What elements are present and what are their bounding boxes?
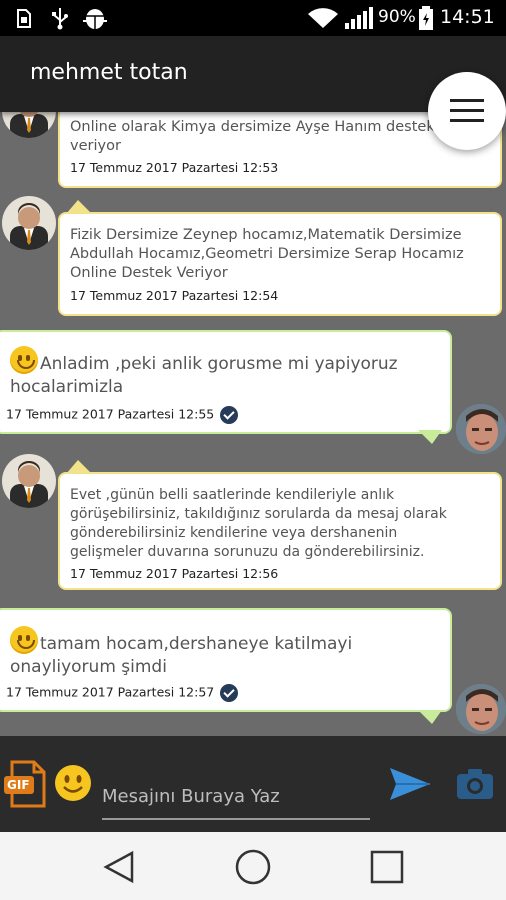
system-nav-bar <box>0 832 506 900</box>
user-avatar[interactable] <box>456 684 506 734</box>
gif-button[interactable]: GIF <box>4 760 48 808</box>
message-timestamp: 17 Temmuz 2017 Pazartesi 12:57 <box>6 684 215 700</box>
status-bar: 90% 14:51 <box>0 0 506 36</box>
message-text: Fizik Dersimize Zeynep hocamız,Matematik… <box>70 227 464 281</box>
message-text: Evet ,günün belli saatlerinde kendileriy… <box>70 487 447 560</box>
input-underline <box>102 818 370 820</box>
message-bubble[interactable]: Evet ,günün belli saatlerinde kendileriy… <box>58 472 502 590</box>
read-check-icon <box>220 406 239 424</box>
message-timestamp-row: 17 Temmuz 2017 Pazartesi 12:57 <box>6 684 239 702</box>
chat-list[interactable]: Online olarak Kimya dersimize Ayşe Hanım… <box>0 112 506 736</box>
camera-icon <box>457 769 493 799</box>
teacher-avatar[interactable] <box>2 454 56 508</box>
bubble-tail <box>418 710 442 724</box>
emoji-button[interactable] <box>54 764 92 802</box>
send-button[interactable] <box>388 766 432 802</box>
battery-percent: 90% <box>378 7 416 27</box>
message-text: tamam hocam,dershaneye katilmayi onayliy… <box>10 626 352 679</box>
smiling-face-icon <box>10 346 38 374</box>
clock: 14:51 <box>440 6 495 28</box>
message-timestamp: 17 Temmuz 2017 Pazartesi 12:56 <box>70 566 279 581</box>
message-timestamp: 17 Temmuz 2017 Pazartesi 12:54 <box>70 288 279 303</box>
message-input[interactable]: Mesajını Buraya Yaz <box>102 786 280 807</box>
message-text: Online olarak Kimya dersimize Ayşe Hanım… <box>70 119 435 154</box>
message-bubble[interactable]: tamam hocam,dershaneye katilmayi onayliy… <box>0 608 452 712</box>
send-icon <box>390 768 430 800</box>
signal-icon <box>345 7 373 29</box>
message-input-bar: GIF Mesajını Buraya Yaz <box>0 736 506 832</box>
back-icon[interactable] <box>102 850 136 884</box>
message-timestamp: 17 Temmuz 2017 Pazartesi 12:55 <box>6 406 215 422</box>
wifi-icon <box>308 8 338 28</box>
message-bubble[interactable]: Fizik Dersimize Zeynep hocamız,Matematik… <box>58 212 502 316</box>
message-text: Anladim ,peki anlik gorusme mi yapiyoruz… <box>10 346 398 399</box>
user-avatar[interactable] <box>456 404 506 454</box>
contact-name: mehmet totan <box>30 60 188 85</box>
android-debug-icon <box>83 9 107 29</box>
smiling-face-icon <box>10 626 38 654</box>
camera-button[interactable] <box>456 768 494 800</box>
message-timestamp-row: 17 Temmuz 2017 Pazartesi 12:55 <box>6 406 239 424</box>
home-icon[interactable] <box>234 848 272 886</box>
teacher-avatar[interactable] <box>2 112 56 138</box>
teacher-avatar[interactable] <box>2 196 56 250</box>
menu-button[interactable] <box>428 72 506 150</box>
battery-icon <box>419 6 433 30</box>
message-bubble[interactable]: Anladim ,peki anlik gorusme mi yapiyoruz… <box>0 330 452 434</box>
sim-icon <box>17 9 31 28</box>
recents-icon[interactable] <box>370 850 404 884</box>
bubble-tail <box>418 430 442 444</box>
read-check-icon <box>220 684 239 702</box>
usb-icon <box>52 8 68 30</box>
gif-label: GIF <box>7 778 30 792</box>
emoji-icon <box>55 765 91 801</box>
message-timestamp: 17 Temmuz 2017 Pazartesi 12:53 <box>70 160 279 175</box>
